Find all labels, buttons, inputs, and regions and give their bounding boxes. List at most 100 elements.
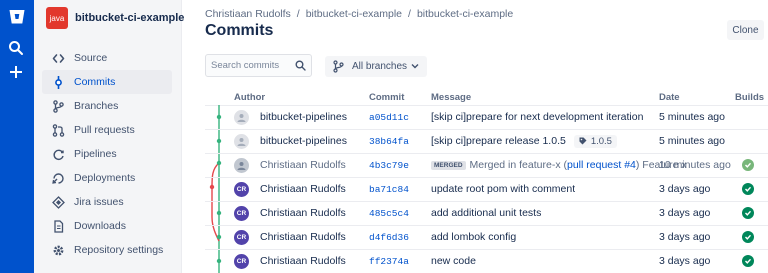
commit-hash-link[interactable]: d4f6d36 — [369, 232, 409, 243]
settings-icon — [51, 243, 65, 257]
branch-filter-dropdown[interactable]: All branches — [325, 56, 427, 77]
avatar — [234, 109, 249, 125]
repo-name[interactable]: bitbucket-ci-example — [75, 12, 184, 24]
author-name: Christiaan Rudolfs — [260, 207, 346, 219]
avatar: CR — [234, 253, 249, 269]
sidebar-item-deployments[interactable]: Deployments — [42, 166, 172, 190]
avatar — [234, 157, 249, 173]
commit-row[interactable]: bitbucket-pipelines a05d11c [skip ci]pre… — [205, 105, 768, 129]
breadcrumb-item[interactable]: Christiaan Rudolfs — [205, 8, 291, 20]
tag-badge[interactable]: 1.0.5 — [573, 134, 617, 148]
build-success-icon[interactable] — [742, 255, 754, 267]
breadcrumb: Christiaan Rudolfs / bitbucket-ci-example /… — [205, 8, 513, 20]
sidebar-item-commits[interactable]: Commits — [42, 70, 172, 94]
commit-hash-link[interactable]: 38b64fa — [369, 136, 409, 147]
commit-date: 3 days ago — [659, 183, 711, 195]
commit-row[interactable]: CR Christiaan Rudolfs ba71c84 update roo… — [205, 177, 768, 201]
repo-avatar[interactable]: java — [46, 7, 68, 29]
avatar: CR — [234, 181, 249, 197]
tag-icon — [579, 137, 587, 145]
sidebar-item-label: Branches — [74, 100, 119, 112]
breadcrumb-separator: / — [296, 8, 300, 20]
sidebar-item-branches[interactable]: Branches — [42, 94, 172, 118]
commit-date: 5 minutes ago — [659, 135, 725, 147]
merged-badge: MERGED — [431, 160, 466, 170]
column-header-builds: Builds — [735, 92, 765, 103]
pull-request-link[interactable]: pull request #4 — [567, 159, 636, 171]
avatar — [234, 133, 249, 149]
column-header-message: Message — [431, 92, 472, 103]
breadcrumb-separator: / — [408, 8, 411, 20]
commit-hash-link[interactable]: 485c5c4 — [369, 208, 409, 219]
column-header-commit: Commit — [369, 92, 405, 103]
commit-message: new code — [431, 255, 476, 267]
sidebar-item-label: Pull requests — [74, 124, 135, 136]
commit-date: 3 days ago — [659, 207, 711, 219]
tag-label: 1.0.5 — [590, 135, 612, 147]
plus-icon[interactable] — [8, 64, 24, 80]
commit-date: 5 minutes ago — [659, 111, 725, 123]
downloads-icon — [51, 219, 65, 233]
commit-row[interactable]: CR Christiaan Rudolfs d4f6d36 add lombok… — [205, 225, 768, 249]
commit-message: Merged in feature-x ( — [469, 159, 567, 171]
avatar: CR — [234, 205, 249, 221]
repo-nav: Source Commits Branches Pull requests Pi… — [42, 46, 172, 262]
code-icon — [51, 51, 65, 65]
search-icon[interactable] — [295, 60, 306, 71]
branch-icon — [333, 60, 344, 73]
author-name: Christiaan Rudolfs — [260, 159, 346, 171]
breadcrumb-item[interactable]: bitbucket-ci-example — [306, 8, 402, 20]
commit-hash-link[interactable]: ba71c84 — [369, 184, 409, 195]
build-success-icon[interactable] — [742, 207, 754, 219]
sidebar-item-repository-settings[interactable]: Repository settings — [42, 238, 172, 262]
avatar: CR — [234, 229, 249, 245]
global-nav — [0, 0, 34, 273]
build-success-icon[interactable] — [742, 183, 754, 195]
sidebar-item-pull-requests[interactable]: Pull requests — [42, 118, 172, 142]
clone-button[interactable]: Clone — [727, 20, 764, 40]
sidebar-item-label: Pipelines — [74, 148, 117, 160]
author-name: bitbucket-pipelines — [260, 111, 347, 123]
branch-filter-label: All branches — [352, 61, 408, 72]
commit-message: add additional unit tests — [431, 207, 542, 219]
repo-sidebar: java bitbucket-ci-example Source Commits… — [34, 0, 184, 273]
column-header-author: Author — [234, 92, 266, 103]
commit-icon — [51, 75, 65, 89]
page-title: Commits — [205, 22, 274, 39]
commit-hash-link[interactable]: a05d11c — [369, 112, 409, 123]
build-success-icon[interactable] — [742, 231, 754, 243]
breadcrumb-item[interactable]: bitbucket-ci-example — [417, 8, 513, 20]
sidebar-item-downloads[interactable]: Downloads — [42, 214, 172, 238]
deployments-icon — [51, 171, 65, 185]
search-commits-box — [205, 54, 312, 77]
pipelines-icon — [51, 147, 65, 161]
author-name: Christiaan Rudolfs — [260, 255, 346, 267]
commit-message: [skip ci]prepare for next development it… — [431, 111, 644, 123]
sidebar-item-jira-issues[interactable]: Jira issues — [42, 190, 172, 214]
main-content: Christiaan Rudolfs / bitbucket-ci-example /… — [182, 0, 768, 273]
commit-message: [skip ci]prepare release 1.0.5 — [431, 135, 566, 147]
chevron-down-icon — [411, 64, 419, 69]
search-input[interactable] — [211, 60, 293, 71]
author-name: Christiaan Rudolfs — [260, 183, 346, 195]
commit-message: add lombok config — [431, 231, 517, 243]
commit-row[interactable]: Christiaan Rudolfs 4b3c79e MERGED Merged… — [205, 153, 768, 177]
sidebar-item-source[interactable]: Source — [42, 46, 172, 70]
bitbucket-logo-icon[interactable] — [8, 8, 26, 26]
commit-row[interactable]: bitbucket-pipelines 38b64fa [skip ci]pre… — [205, 129, 768, 153]
repo-header[interactable]: java bitbucket-ci-example — [46, 7, 184, 29]
column-header-date: Date — [659, 92, 680, 103]
jira-icon — [51, 195, 65, 209]
author-name: Christiaan Rudolfs — [260, 231, 346, 243]
sidebar-item-pipelines[interactable]: Pipelines — [42, 142, 172, 166]
commit-hash-link[interactable]: 4b3c79e — [369, 160, 409, 171]
sidebar-item-label: Commits — [74, 76, 116, 88]
author-name: bitbucket-pipelines — [260, 135, 347, 147]
build-success-icon[interactable] — [742, 159, 754, 171]
sidebar-item-label: Jira issues — [74, 196, 124, 208]
search-icon[interactable] — [8, 40, 24, 56]
commit-row[interactable]: CR Christiaan Rudolfs ff2374a new code 3… — [205, 249, 768, 273]
commit-hash-link[interactable]: ff2374a — [369, 256, 409, 267]
commit-row[interactable]: CR Christiaan Rudolfs 485c5c4 add additi… — [205, 201, 768, 225]
sidebar-item-label: Downloads — [74, 220, 126, 232]
